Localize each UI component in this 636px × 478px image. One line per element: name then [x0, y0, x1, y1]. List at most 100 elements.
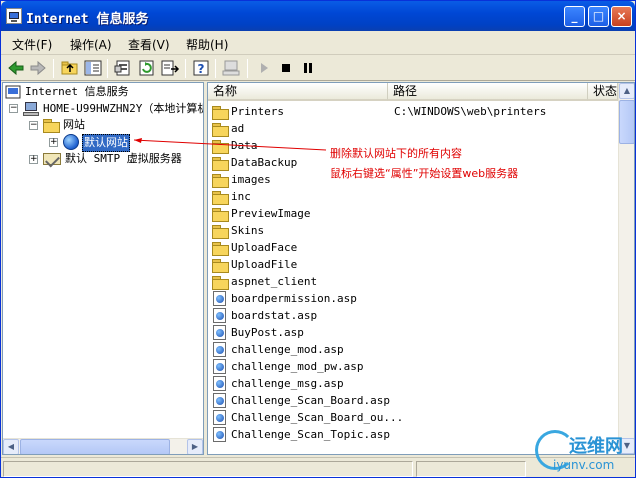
properties-icon[interactable]	[113, 59, 133, 77]
folder-icon	[212, 276, 229, 290]
tree-horizontal-scrollbar[interactable]: ◀ ▶	[3, 438, 203, 454]
menu-file[interactable]: 文件(F)	[12, 36, 52, 53]
globe-icon	[63, 134, 79, 150]
list-item[interactable]: Skins	[211, 222, 616, 239]
tree-scroll-thumb[interactable]	[20, 439, 170, 454]
folder-icon	[212, 259, 229, 273]
list-item-name: Printers	[231, 105, 284, 118]
scroll-up-arrow-icon[interactable]: ▲	[619, 83, 634, 99]
list-item[interactable]: UploadFile	[211, 256, 616, 273]
start-icon[interactable]	[254, 59, 274, 77]
list-item-name: Challenge_Scan_Topic.asp	[231, 428, 390, 441]
list-item[interactable]: ad	[211, 120, 616, 137]
list-item-name: inc	[231, 190, 251, 203]
help-icon[interactable]: ?	[191, 59, 211, 77]
list-item-path: C:\WINDOWS\web\printers	[394, 105, 547, 118]
asp-file-icon	[213, 427, 226, 442]
list-item[interactable]: Challenge_Scan_Board.asp	[211, 392, 616, 409]
menu-action[interactable]: 操作(A)	[70, 36, 112, 53]
tree-root-label: Internet 信息服务	[25, 85, 129, 98]
connect-computer-icon[interactable]	[221, 59, 241, 77]
list-item[interactable]: Challenge_Scan_Board_ou...	[211, 409, 616, 426]
status-cell-secondary	[416, 461, 526, 477]
list-vertical-scrollbar[interactable]: ▲ ▼	[618, 83, 634, 454]
list-item[interactable]: challenge_msg.asp	[211, 375, 616, 392]
list-item-name: boardpermission.asp	[231, 292, 357, 305]
column-header-name[interactable]: 名称	[208, 83, 388, 101]
list-item-name: BuyPost.asp	[231, 326, 304, 339]
list-item[interactable]: UploadFace	[211, 239, 616, 256]
list-item-name: Skins	[231, 224, 265, 237]
list-item[interactable]: inc	[211, 188, 616, 205]
maximize-button[interactable]: □	[588, 6, 609, 27]
iis-window: Internet 信息服务 _ □ × 文件(F) 操作(A) 查看(V) 帮助…	[0, 0, 636, 478]
list-item-name: challenge_mod.asp	[231, 343, 344, 356]
list-item-name: Challenge_Scan_Board.asp	[231, 394, 390, 407]
tree-default-site-label: 默认网站	[82, 134, 130, 152]
watermark-logo: 运维网 iyunv.com	[531, 428, 635, 476]
list-item[interactable]: Printers C:\WINDOWS\web\printers	[211, 103, 616, 120]
scroll-left-arrow-icon[interactable]: ◀	[3, 439, 19, 454]
folder-icon	[212, 123, 229, 137]
folder-icon	[212, 225, 229, 239]
list-item-name: PreviewImage	[231, 207, 311, 220]
toolbar-separator	[247, 59, 248, 78]
close-button[interactable]: ×	[611, 6, 632, 27]
list-item-name: challenge_mod_pw.asp	[231, 360, 364, 373]
asp-file-icon	[213, 359, 226, 374]
list-item[interactable]: boardstat.asp	[211, 307, 616, 324]
folder-icon	[212, 106, 229, 120]
title-bar[interactable]: Internet 信息服务 _ □ ×	[1, 1, 635, 31]
asp-file-icon	[213, 325, 226, 340]
list-item[interactable]: challenge_mod.asp	[211, 341, 616, 358]
toolbar-separator	[215, 59, 216, 78]
tree-expand-default-site[interactable]: +	[49, 138, 58, 147]
iis-app-icon	[6, 8, 22, 24]
forward-arrow-icon[interactable]	[28, 59, 48, 77]
list-item[interactable]: BuyPost.asp	[211, 324, 616, 341]
list-scroll-thumb[interactable]	[619, 100, 634, 144]
folder-icon	[212, 191, 229, 205]
annotation-text-properties: 鼠标右键选“属性”开始设置web服务器	[330, 167, 519, 180]
pause-icon[interactable]	[298, 59, 318, 77]
list-item-name: aspnet_client	[231, 275, 318, 288]
asp-file-icon	[213, 393, 226, 408]
folder-icon	[212, 242, 229, 256]
scroll-right-arrow-icon[interactable]: ▶	[187, 439, 203, 454]
menu-help[interactable]: 帮助(H)	[186, 36, 228, 53]
asp-file-icon	[213, 291, 226, 306]
tree-websites-label: 网站	[63, 118, 85, 131]
list-item[interactable]: PreviewImage	[211, 205, 616, 222]
folder-icon	[212, 157, 229, 171]
list-item[interactable]: boardpermission.asp	[211, 290, 616, 307]
asp-file-icon	[213, 308, 226, 323]
tree-collapse-websites[interactable]: −	[29, 121, 38, 130]
menu-view[interactable]: 查看(V)	[128, 36, 170, 53]
status-cell-main	[3, 461, 413, 477]
asp-file-icon	[213, 376, 226, 391]
list-item-name: boardstat.asp	[231, 309, 318, 322]
back-arrow-icon[interactable]	[6, 59, 26, 77]
folder-icon	[212, 174, 229, 188]
watermark-url: iyunv.com	[553, 458, 615, 472]
export-list-icon[interactable]	[160, 59, 180, 77]
menu-bar: 文件(F) 操作(A) 查看(V) 帮助(H)	[1, 31, 635, 55]
window-title: Internet 信息服务	[26, 12, 149, 27]
tree-expand-smtp[interactable]: +	[29, 155, 38, 164]
stop-icon[interactable]	[276, 59, 296, 77]
column-header-status[interactable]: 状态	[588, 83, 618, 101]
watermark-brand: 运维网	[569, 436, 623, 457]
tree-collapse-computer[interactable]: −	[9, 104, 18, 113]
svg-text:?: ?	[198, 62, 205, 76]
list-item[interactable]: challenge_mod_pw.asp	[211, 358, 616, 375]
minimize-button[interactable]: _	[564, 6, 585, 27]
column-header-path[interactable]: 路径	[388, 83, 588, 101]
list-item[interactable]: aspnet_client	[211, 273, 616, 290]
list-item-name: UploadFace	[231, 241, 298, 254]
annotation-arrow	[133, 138, 327, 151]
list-item-name: UploadFile	[231, 258, 298, 271]
show-hide-tree-icon[interactable]	[83, 59, 103, 77]
toolbar-separator	[107, 59, 108, 78]
refresh-icon[interactable]	[137, 59, 157, 77]
up-folder-icon[interactable]	[60, 59, 80, 77]
